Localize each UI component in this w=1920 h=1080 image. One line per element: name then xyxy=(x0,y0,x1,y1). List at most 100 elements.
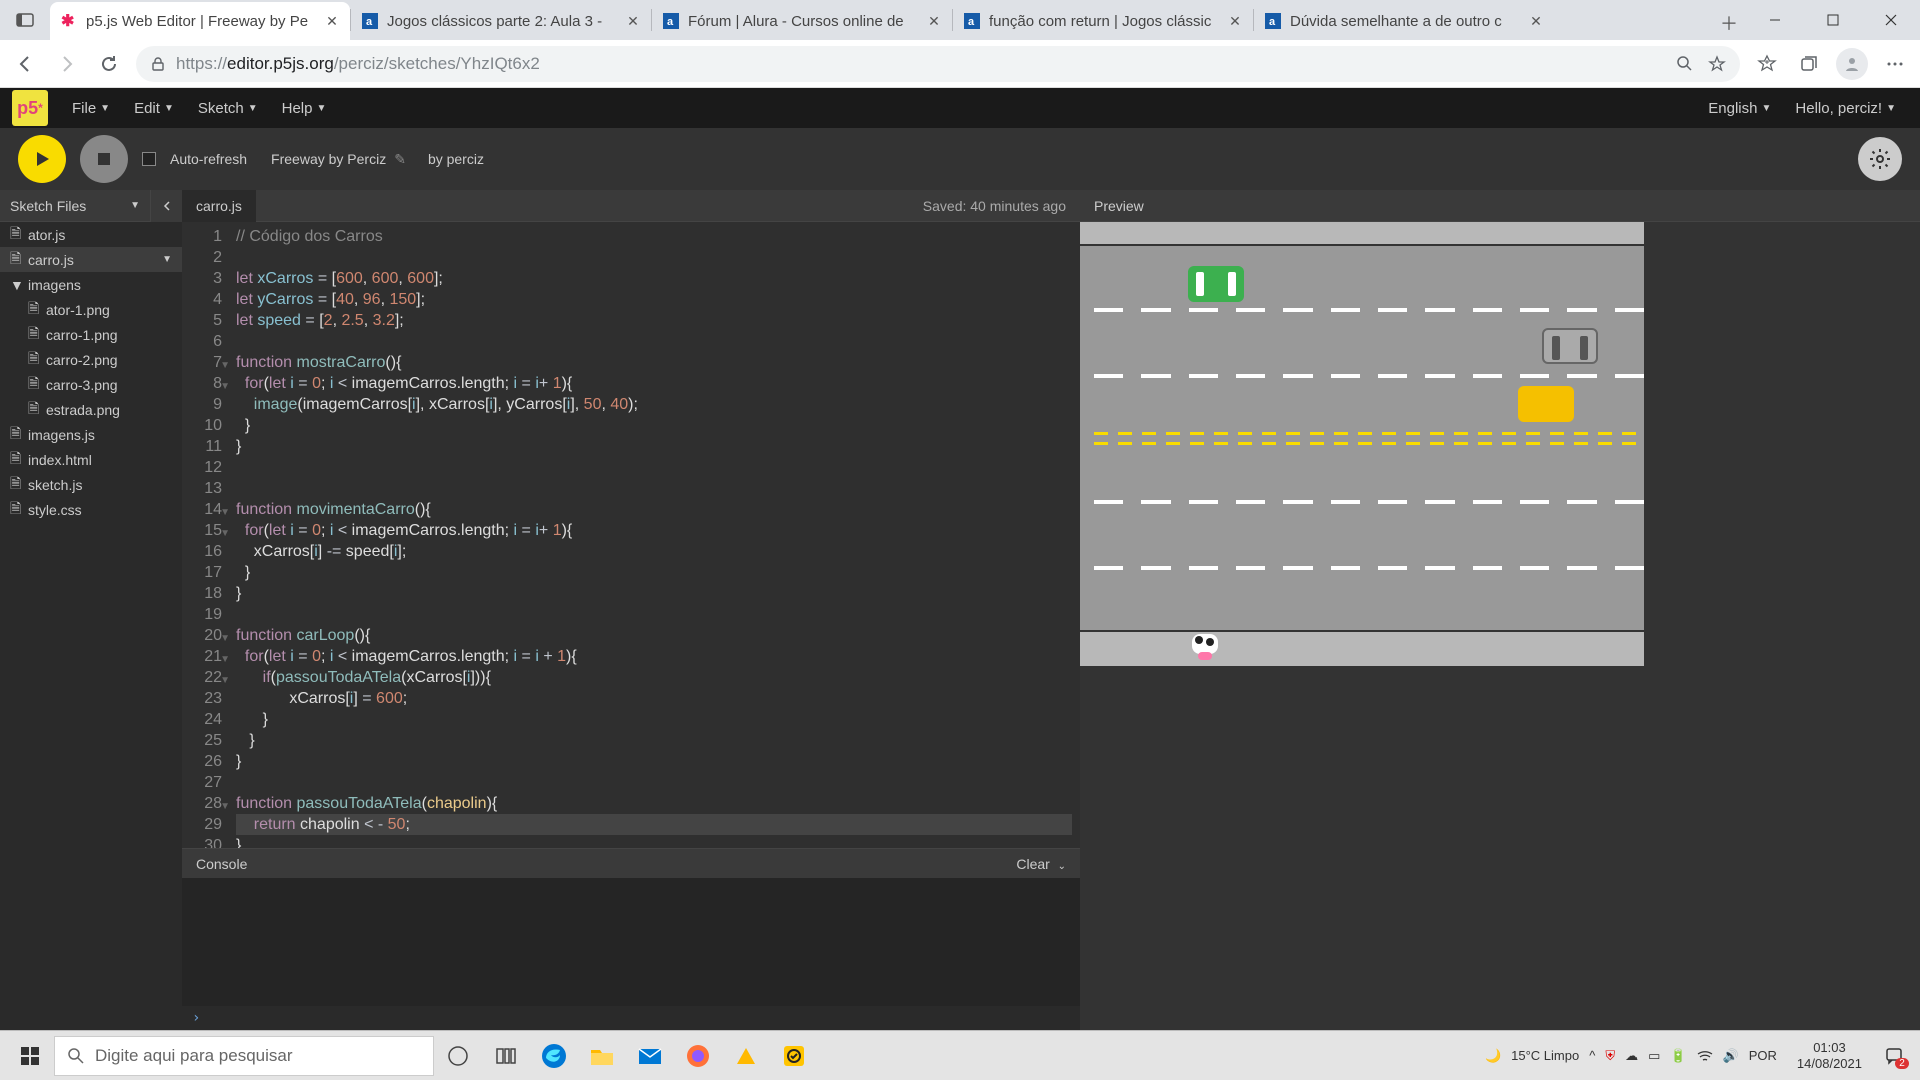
collapse-sidebar-button[interactable] xyxy=(150,190,182,222)
alura-favicon: a xyxy=(361,12,379,30)
svg-text:a: a xyxy=(1269,16,1276,28)
file-icon: 🗎 xyxy=(10,473,22,497)
tray-security-icon[interactable]: ⛨ xyxy=(1605,1048,1615,1064)
menu-help[interactable]: Help▼ xyxy=(270,88,339,128)
close-icon[interactable]: ✕ xyxy=(926,13,942,29)
favorites-icon[interactable] xyxy=(1752,49,1782,79)
back-button[interactable] xyxy=(10,49,40,79)
minimize-button[interactable] xyxy=(1746,0,1804,40)
tab-title: p5.js Web Editor | Freeway by Pe xyxy=(86,13,316,30)
firefox-icon[interactable] xyxy=(674,1032,722,1080)
start-button[interactable] xyxy=(6,1032,54,1080)
profile-button[interactable] xyxy=(1836,48,1868,80)
language-menu[interactable]: English▼ xyxy=(1696,88,1783,128)
close-icon[interactable]: ✕ xyxy=(1528,13,1544,29)
close-icon[interactable]: ✕ xyxy=(324,13,340,29)
tray-wifi-icon[interactable] xyxy=(1697,1048,1713,1064)
explorer-icon[interactable] xyxy=(578,1032,626,1080)
zoom-icon[interactable] xyxy=(1676,55,1694,73)
preview-canvas xyxy=(1080,222,1920,1030)
maximize-button[interactable] xyxy=(1804,0,1862,40)
close-icon[interactable]: ✕ xyxy=(1227,13,1243,29)
tray-onedrive-icon[interactable]: ☁ xyxy=(1625,1048,1638,1064)
browser-tabs: ✱p5.js Web Editor | Freeway by Pe✕aJogos… xyxy=(50,0,1712,40)
weather-icon[interactable]: 🌙 xyxy=(1485,1048,1501,1064)
file-icon: 🗎 xyxy=(10,498,22,522)
address-bar: https://editor.p5js.org/perciz/sketches/… xyxy=(0,40,1920,88)
tray-battery-icon[interactable]: 🔋 xyxy=(1670,1048,1686,1064)
file-item[interactable]: 🗎carro.js▼ xyxy=(0,247,182,272)
close-window-button[interactable] xyxy=(1862,0,1920,40)
close-icon[interactable]: ✕ xyxy=(625,13,641,29)
autorefresh-checkbox[interactable] xyxy=(142,152,156,166)
sketch-author: by perciz xyxy=(428,151,484,167)
car-yellow xyxy=(1518,386,1574,422)
sidebar-header[interactable]: Sketch Files ▼ xyxy=(0,190,150,222)
file-item[interactable]: 🗎imagens.js xyxy=(0,422,182,447)
tray-language[interactable]: POR xyxy=(1749,1048,1777,1063)
code-editor[interactable]: 1234567▼8▼91011121314▼15▼1617181920▼21▼2… xyxy=(182,222,1080,848)
app-icon-1[interactable] xyxy=(722,1032,770,1080)
mail-icon[interactable] xyxy=(626,1032,674,1080)
search-icon xyxy=(67,1047,85,1065)
file-item[interactable]: 🗎ator.js xyxy=(0,222,182,247)
file-item[interactable]: 🗎index.html xyxy=(0,447,182,472)
collections-icon[interactable] xyxy=(1794,49,1824,79)
editor-pane: carro.js Saved: 40 minutes ago 1234567▼8… xyxy=(182,190,1080,1030)
tray-meet-icon[interactable]: ▭ xyxy=(1648,1048,1660,1064)
url-input[interactable]: https://editor.p5js.org/perciz/sketches/… xyxy=(136,46,1740,82)
file-item[interactable]: 🗎carro-2.png xyxy=(0,347,182,372)
file-item[interactable]: 🗎carro-3.png xyxy=(0,372,182,397)
file-item[interactable]: 🗎estrada.png xyxy=(0,397,182,422)
browser-tab[interactable]: ✱p5.js Web Editor | Freeway by Pe✕ xyxy=(50,2,350,40)
more-menu-button[interactable] xyxy=(1880,49,1910,79)
console-input[interactable]: › xyxy=(182,1006,1080,1030)
play-button[interactable] xyxy=(18,135,66,183)
menu-file[interactable]: File▼ xyxy=(60,88,122,128)
tab-title: função com return | Jogos clássic xyxy=(989,13,1219,30)
file-icon: 🗎 xyxy=(28,373,40,397)
taskbar-clock[interactable]: 01:03 14/08/2021 xyxy=(1787,1040,1872,1071)
tray-chevron-icon[interactable]: ^ xyxy=(1589,1048,1595,1063)
file-item[interactable]: 🗎style.css xyxy=(0,497,182,522)
browser-tab[interactable]: aJogos clássicos parte 2: Aula 3 -✕ xyxy=(351,2,651,40)
browser-tab[interactable]: afunção com return | Jogos clássic✕ xyxy=(953,2,1253,40)
console-header: Console Clear ⌄ xyxy=(182,848,1080,878)
norton-icon[interactable] xyxy=(770,1032,818,1080)
menu-edit[interactable]: Edit▼ xyxy=(122,88,186,128)
tray-volume-icon[interactable]: 🔊 xyxy=(1723,1048,1739,1064)
editor-tabs: carro.js Saved: 40 minutes ago xyxy=(182,190,1080,222)
stop-button[interactable] xyxy=(80,135,128,183)
edge-icon[interactable] xyxy=(530,1032,578,1080)
tab-actions-icon[interactable] xyxy=(0,0,50,40)
favorite-icon[interactable] xyxy=(1708,55,1726,73)
alura-favicon: a xyxy=(662,12,680,30)
file-icon: 🗎 xyxy=(28,323,40,347)
user-menu[interactable]: Hello, perciz!▼ xyxy=(1783,88,1908,128)
weather-text[interactable]: 15°C Limpo xyxy=(1511,1048,1579,1063)
menu-sketch[interactable]: Sketch▼ xyxy=(186,88,270,128)
taskbar-search[interactable]: Digite aqui para pesquisar xyxy=(54,1036,434,1076)
file-icon: 🗎 xyxy=(10,423,22,447)
browser-tab[interactable]: aFórum | Alura - Cursos online de✕ xyxy=(652,2,952,40)
file-tab[interactable]: carro.js xyxy=(182,190,256,222)
reload-button[interactable] xyxy=(94,49,124,79)
settings-button[interactable] xyxy=(1858,137,1902,181)
url-text: https://editor.p5js.org/perciz/sketches/… xyxy=(176,54,540,74)
file-icon: 🗎 xyxy=(10,248,22,272)
p5-logo[interactable]: p5* xyxy=(12,90,48,126)
console-clear-button[interactable]: Clear ⌄ xyxy=(1016,856,1066,872)
chevron-down-icon[interactable]: ▼ xyxy=(162,254,172,265)
editor-body: Sketch Files ▼ 🗎ator.js🗎carro.js▼▼imagen… xyxy=(0,190,1920,1030)
file-item[interactable]: 🗎sketch.js xyxy=(0,472,182,497)
file-item[interactable]: ▼imagens xyxy=(0,272,182,297)
file-item[interactable]: 🗎carro-1.png xyxy=(0,322,182,347)
file-item[interactable]: 🗎ator-1.png xyxy=(0,297,182,322)
browser-tab[interactable]: aDúvida semelhante a de outro c✕ xyxy=(1254,2,1554,40)
notifications-button[interactable]: 2 xyxy=(1874,1032,1914,1080)
new-tab-button[interactable]: ＋ xyxy=(1712,6,1746,40)
taskbar-widgets[interactable] xyxy=(482,1032,530,1080)
task-view-button[interactable] xyxy=(434,1032,482,1080)
forward-button[interactable] xyxy=(52,49,82,79)
rename-icon[interactable]: ✎ xyxy=(394,151,406,168)
